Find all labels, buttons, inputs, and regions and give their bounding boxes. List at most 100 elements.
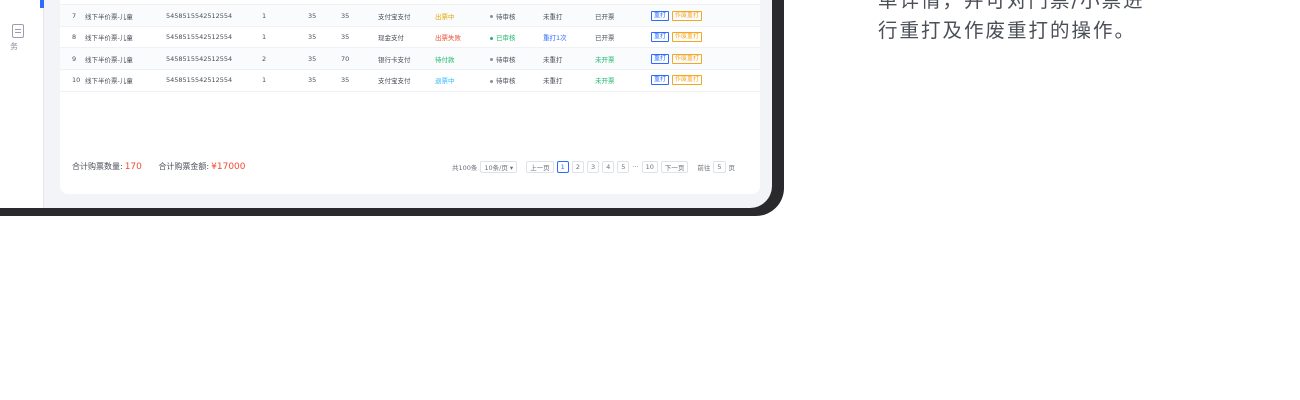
feature-description: 单详情，并可对门票/小票进 行重打及作废重打的操作。 [878,0,1188,46]
goto-suffix: 页 [728,164,736,172]
row-number-cell: 9 [60,47,85,71]
audit-status-text: 待审核 [496,12,516,21]
page-button[interactable]: 1 [556,161,569,173]
operations-cell: 重打作废重打 [651,4,760,27]
table-row: 7 线下半价票-儿童 5458515542512554 1 35 35 支付宝支付 出票中 待审… [60,4,760,27]
audit-status-cell: 待审核 [490,69,543,92]
status-dot-icon [490,15,493,19]
invoice-status-cell: 未开票 [595,69,651,92]
invoice-status-cell: 已开票 [595,26,651,49]
quantity-cell: 1 [262,69,308,92]
void-reprint-button[interactable]: 作废重打 [672,32,703,43]
ticket-name-cell: 线下半价票-儿童 [85,4,166,27]
unit-price-cell: 35 [308,47,341,71]
orders-table: 4线下半价票-儿童545851554251255413535支付宝支付已退票待审… [60,0,760,92]
sidebar: 务 [0,0,44,208]
stage: 务 4线下半价票-儿童545851554251255413535支付宝支付已退票… [0,0,1300,400]
goto-prefix: 前往 [697,164,711,172]
pagination-ellipsis: ··· [632,163,639,171]
total-price-cell: 35 [341,26,378,49]
audit-status-text: 已审核 [496,34,516,43]
payment-method-cell: 银行卡支付 [378,47,435,71]
unit-price-cell: 35 [308,4,341,27]
reprint-button[interactable]: 重打 [651,32,670,43]
payment-method-cell: 现金支付 [378,26,435,49]
reprint-button[interactable]: 重打 [651,10,670,21]
total-price-cell: 35 [341,4,378,27]
row-number-cell: 7 [60,4,85,27]
invoice-status-cell: 未开票 [595,47,651,71]
ticket-name-cell: 线下半价票-儿童 [85,26,166,49]
row-number-cell: 8 [60,26,85,49]
audit-status-text: 待审核 [496,55,516,64]
last-page-button[interactable]: 10 [641,161,658,173]
total-price-cell: 35 [341,69,378,92]
payment-method-cell: 支付宝支付 [378,4,435,27]
page-button[interactable]: 2 [571,161,584,173]
operations-cell: 重打作废重打 [651,26,760,49]
reprint-button[interactable]: 重打 [651,75,670,86]
quantity-cell: 2 [262,47,308,71]
unit-price-cell: 35 [308,69,341,92]
page-button[interactable]: 4 [602,161,615,173]
page-size-select[interactable]: 10条/页 ▾ [480,161,518,173]
payment-method-cell: 支付宝支付 [378,69,435,92]
audit-status-text: 待审核 [496,77,516,86]
description-line: 行重打及作废重打的操作。 [878,19,1137,42]
prev-page-button[interactable]: 上一页 [526,161,554,173]
order-code-cell: 5458515542512554 [166,47,262,71]
status-dot-icon [490,36,493,40]
operations-cell: 重打作废重打 [651,47,760,71]
total-count-value: 170 [124,162,142,172]
invoice-status-cell: 已开票 [595,4,651,27]
order-code-cell: 5458515542512554 [166,26,262,49]
document-icon [12,24,24,38]
audit-status-cell: 待审核 [490,4,543,27]
pagination: 共100条 10条/页 ▾ 上一页 1 2 3 4 5 ··· 10 下一页 前… [452,160,738,174]
orders-card: 4线下半价票-儿童545851554251255413535支付宝支付已退票待审… [60,0,760,194]
order-code-cell: 5458515542512554 [166,69,262,92]
order-status-cell: 出票失败 [435,26,490,49]
reprint-status-cell: 未重打 [543,47,595,71]
reprint-status-cell: 未重打 [543,4,595,27]
reprint-status-cell: 重打1次 [543,26,595,49]
ticket-name-cell: 线下半价票-儿童 [85,69,166,92]
totals-summary: 合计购票数量: 170 合计购票金额: ¥17000 [72,161,260,172]
audit-status-cell: 已审核 [490,26,543,49]
audit-status-cell: 待审核 [490,47,543,71]
sidebar-item-label: 务 [10,42,18,51]
table-row: 8 线下半价票-儿童 5458515542512554 1 35 35 现金支付 出票失败 已审… [60,26,760,49]
total-count-label: 合计购票数量: [72,162,123,171]
order-status-cell: 出票中 [435,4,490,27]
operations-cell: 重打作废重打 [651,69,760,92]
quantity-cell: 1 [262,26,308,49]
description-line: 单详情，并可对门票/小票进 [878,0,1145,12]
page-button[interactable]: 5 [617,161,630,173]
quantity-cell: 1 [262,4,308,27]
next-page-button[interactable]: 下一页 [660,161,689,173]
order-code-cell: 5458515542512554 [166,4,262,27]
void-reprint-button[interactable]: 作废重打 [672,53,703,64]
table-row: 10 线下半价票-儿童 5458515542512554 1 35 35 支付宝支付 退票中待… [60,69,760,92]
void-reprint-button[interactable]: 作废重打 [672,75,703,86]
pagination-total: 共100条 [451,164,478,172]
status-dot-icon [490,58,493,62]
sidebar-active-indicator [40,0,44,8]
void-reprint-button[interactable]: 作废重打 [672,10,703,21]
reprint-status-cell: 未重打 [543,69,595,92]
status-dot-icon [490,79,493,83]
total-amount-value: ¥17000 [211,162,246,172]
total-amount-label: 合计购票金额: [158,162,210,171]
order-status-cell: 待付款 [435,47,490,71]
order-status-cell: 退票中 [435,69,490,92]
page-button[interactable]: 3 [586,161,600,173]
total-price-cell: 70 [341,47,378,71]
unit-price-cell: 35 [308,26,341,49]
table-row: 9 线下半价票-儿童 5458515542512554 2 35 70 银行卡支付 待付款 待审… [60,47,760,71]
row-number-cell: 10 [60,69,85,92]
goto-page-input[interactable]: 5 [713,161,726,173]
sidebar-item[interactable]: 务 [0,24,40,52]
reprint-button[interactable]: 重打 [651,53,670,64]
tablet-frame: 务 4线下半价票-儿童545851554251255413535支付宝支付已退票… [0,0,784,216]
ticket-name-cell: 线下半价票-儿童 [85,47,166,71]
